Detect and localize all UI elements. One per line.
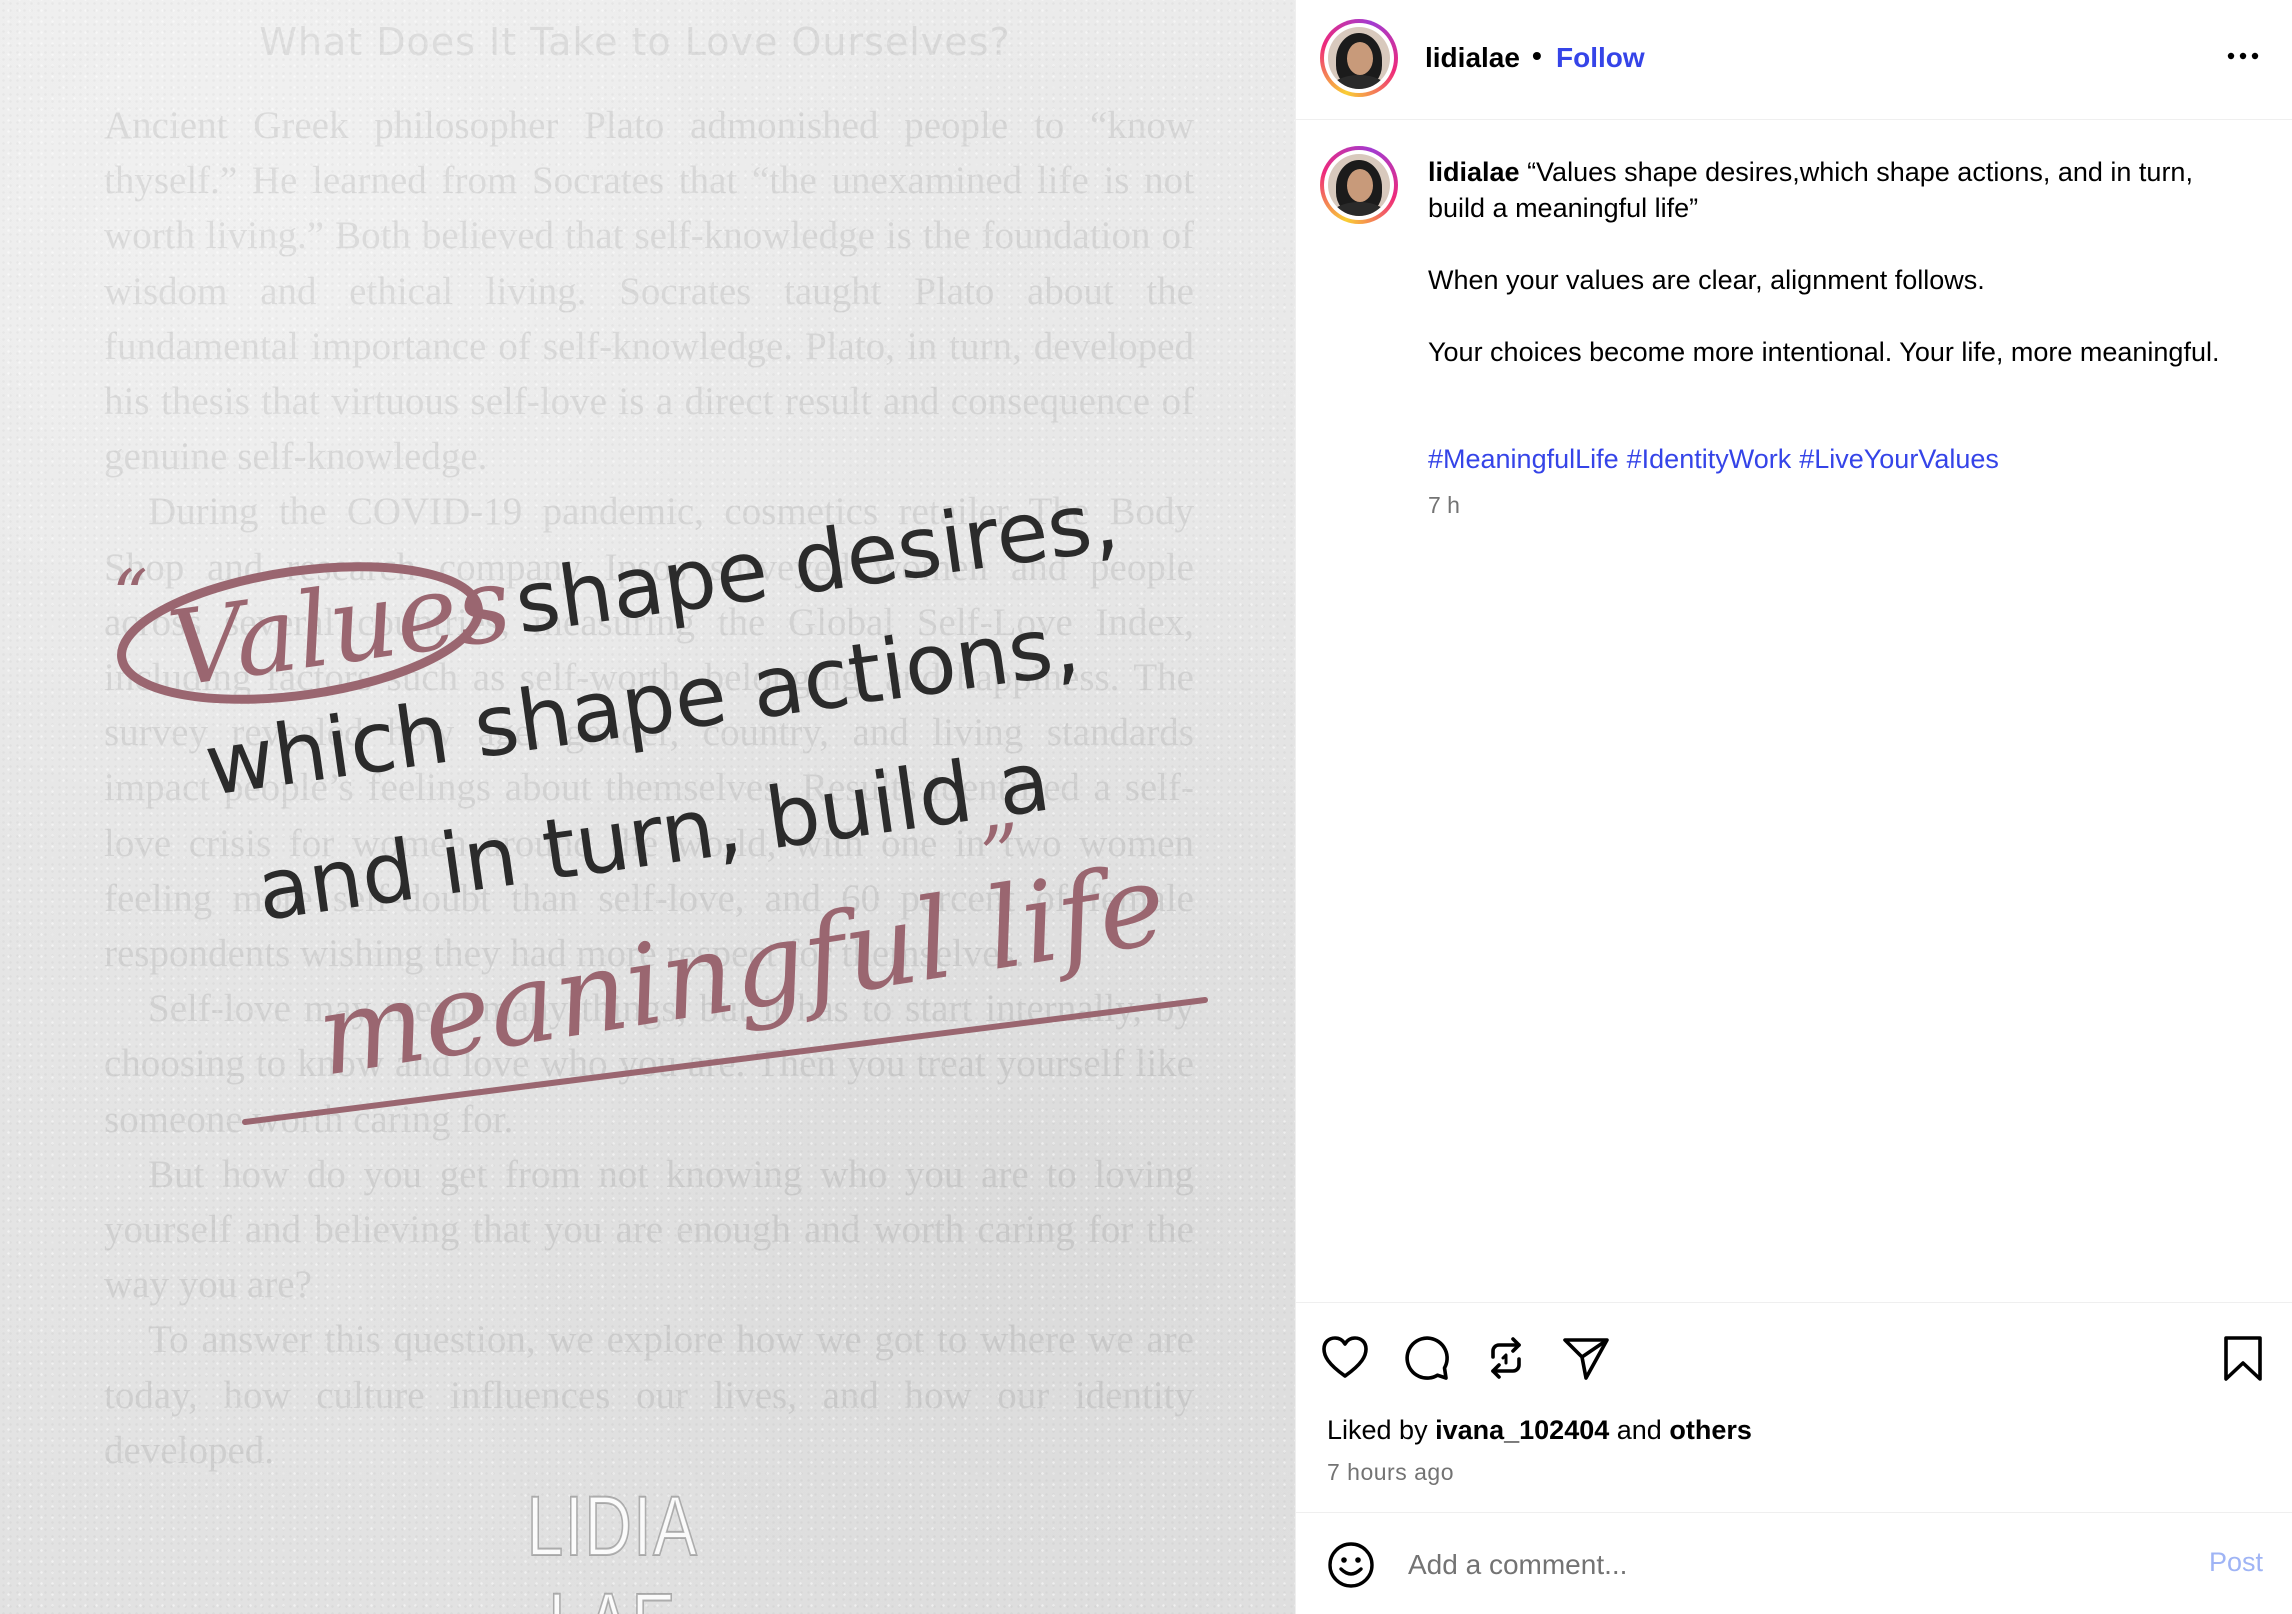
caption-text: lidialae “Values shape desires,which sha…	[1428, 154, 2248, 406]
share-icon[interactable]	[1559, 1331, 1613, 1385]
quote-open-mark: “	[112, 555, 148, 637]
liked-by-others[interactable]: others	[1669, 1415, 1752, 1445]
comment-input[interactable]	[1408, 1543, 2108, 1587]
post-side-panel: lidialae • Follow lidialae “Values shape…	[1295, 0, 2292, 1614]
comment-bar: Post	[1296, 1512, 2292, 1614]
avatar[interactable]	[1320, 19, 1398, 97]
liked-by-line: Liked by ivana_102404 and others	[1327, 1415, 1752, 1446]
hashtag-link[interactable]: #MeaningfulLife	[1428, 444, 1619, 474]
caption-avatar[interactable]	[1320, 146, 1398, 224]
caption-line: Your choices become more intentional. Yo…	[1428, 337, 2220, 367]
lidia-lae-wordmark: LIDIA LAE	[526, 1478, 699, 1614]
comment-icon[interactable]	[1399, 1331, 1453, 1385]
heart-icon[interactable]	[1318, 1331, 1372, 1385]
header-username[interactable]: lidialae	[1425, 42, 1520, 74]
repost-icon[interactable]	[1479, 1331, 1533, 1385]
caption-line-quote: “Values shape desires,which shape action…	[1428, 157, 2193, 223]
post-image[interactable]: What Does It Take to Love Ourselves? Anc…	[0, 0, 1295, 1614]
more-options-icon[interactable]	[2223, 36, 2263, 76]
liked-by-user[interactable]: ivana_102404	[1435, 1415, 1609, 1445]
hashtag-list: #MeaningfulLife #IdentityWork #LiveYourVal…	[1428, 444, 2007, 475]
caption-username[interactable]: lidialae	[1428, 157, 1520, 187]
post-comment-button[interactable]: Post	[2209, 1547, 2263, 1578]
bookmark-icon[interactable]	[2216, 1331, 2270, 1385]
separator-dot: •	[1532, 40, 1542, 71]
follow-button[interactable]: Follow	[1556, 42, 1645, 74]
liked-by-prefix: Liked by	[1327, 1415, 1428, 1445]
quote-overlay: “ Values shape desires, which shape acti…	[112, 471, 1208, 1125]
post-header: lidialae • Follow	[1296, 0, 2292, 120]
caption-line: When your values are clear, alignment fo…	[1428, 265, 1985, 295]
caption-timestamp[interactable]: 7 h	[1428, 492, 1460, 519]
hashtag-link[interactable]: #LiveYourValues	[1799, 444, 1999, 474]
post-timestamp[interactable]: 7 hours ago	[1327, 1459, 1454, 1486]
action-bar: Liked by ivana_102404 and others 7 hours…	[1296, 1302, 2292, 1512]
liked-by-and: and	[1616, 1415, 1662, 1445]
emoji-icon[interactable]	[1326, 1540, 1376, 1590]
hashtag-link[interactable]: #IdentityWork	[1627, 444, 1792, 474]
